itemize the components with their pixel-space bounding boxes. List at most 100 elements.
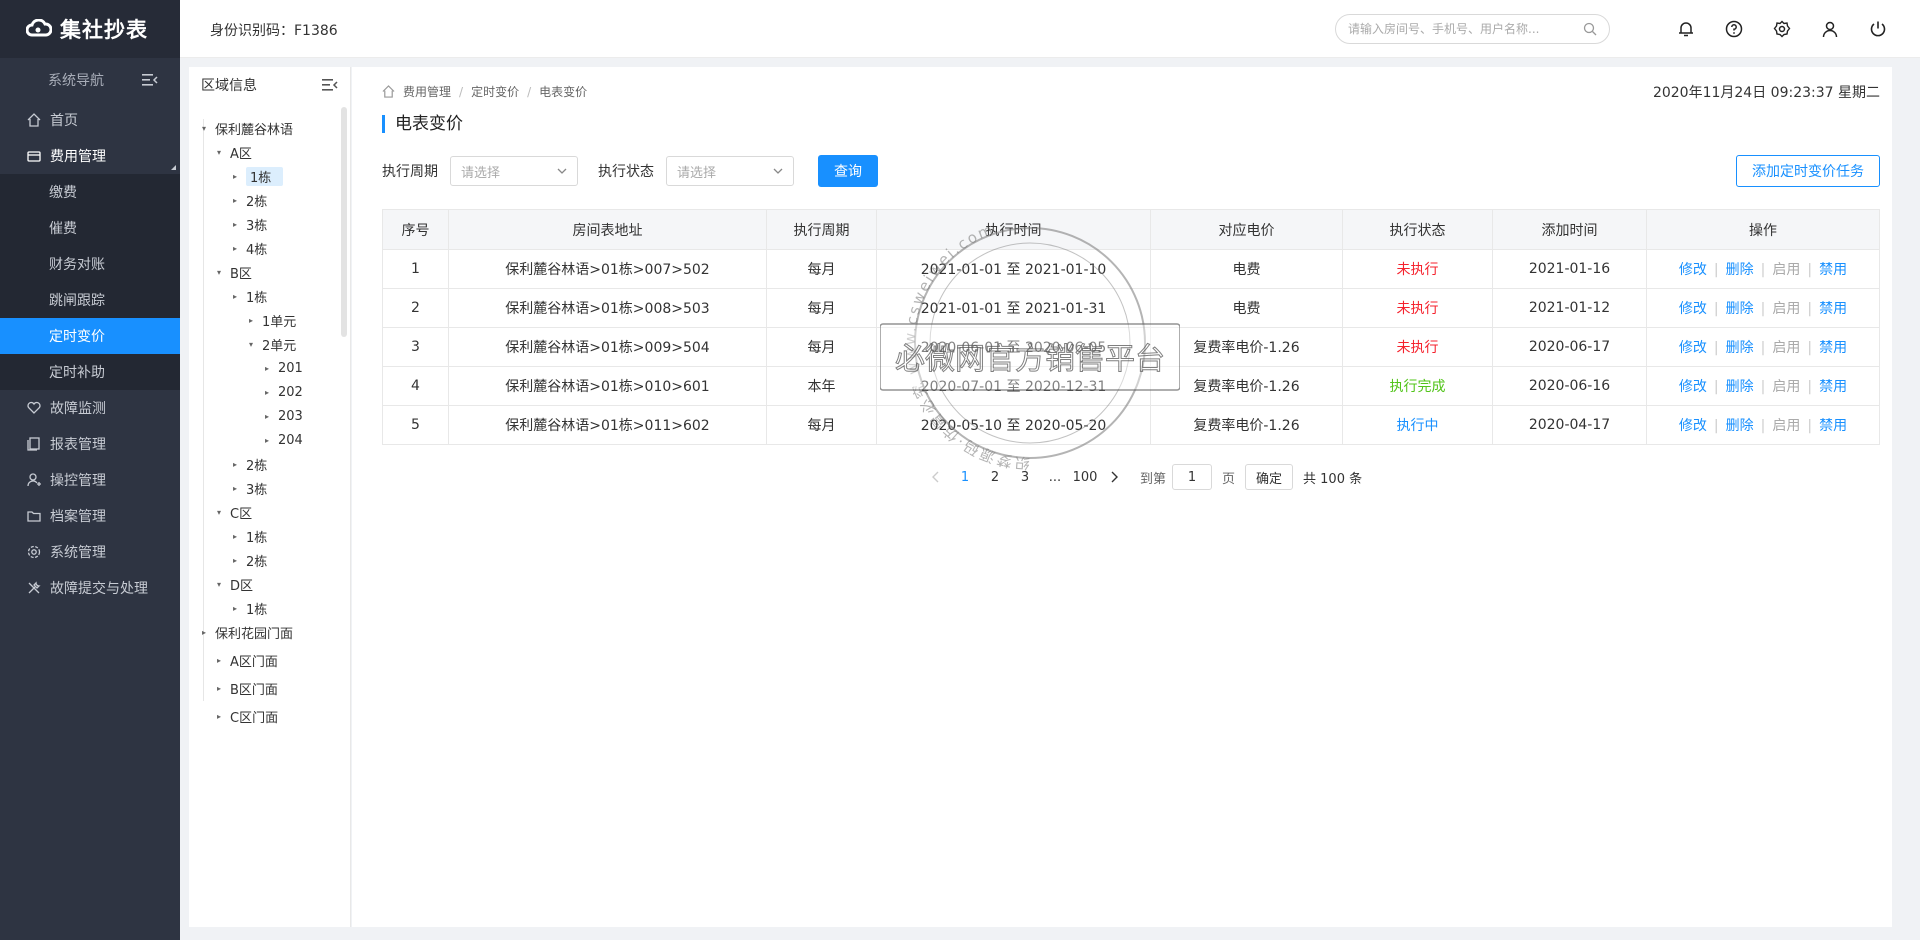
tree-node-selected[interactable]: ▸ 1栋 xyxy=(230,166,284,186)
delete-link[interactable]: 删除 xyxy=(1726,340,1754,356)
tree-node[interactable]: ▸ 2栋 xyxy=(230,550,267,570)
sidebar-subitem-scheduled-price[interactable]: 定时变价 xyxy=(0,318,180,354)
tree-node[interactable]: ▸ 3栋 xyxy=(230,478,267,498)
expand-caret-icon[interactable]: ▸ xyxy=(262,388,272,397)
tree-node[interactable]: ▾ 2单元 xyxy=(246,334,296,354)
expand-caret-icon[interactable]: ▸ xyxy=(230,172,240,181)
expand-caret-icon[interactable]: ▸ xyxy=(230,604,240,613)
bell-icon[interactable] xyxy=(1675,18,1697,40)
status-select[interactable]: 请选择 xyxy=(666,156,794,186)
goto-confirm-button[interactable]: 确定 xyxy=(1245,464,1294,490)
tree-node[interactable]: ▸ A区门面 xyxy=(214,650,278,670)
query-button[interactable]: 查询 xyxy=(818,155,878,187)
sidebar-subitem-reminder[interactable]: 催费 xyxy=(0,210,180,246)
edit-link[interactable]: 修改 xyxy=(1679,340,1707,356)
tree-node[interactable]: ▾ A区 xyxy=(214,142,252,162)
tree-node[interactable]: ▸ 1栋 xyxy=(230,526,267,546)
disable-link[interactable]: 禁用 xyxy=(1819,262,1847,278)
tree-node[interactable]: ▸ 202 xyxy=(262,382,303,402)
expand-caret-icon[interactable]: ▸ xyxy=(230,220,240,229)
search-icon[interactable] xyxy=(1583,22,1597,36)
tree-node[interactable]: ▸ 201 xyxy=(262,358,303,378)
tree-node[interactable]: ▸ B区门面 xyxy=(214,678,278,698)
sidebar-item-fee-management[interactable]: 费用管理 xyxy=(0,138,180,174)
goto-page-input[interactable]: 1 xyxy=(1172,464,1213,490)
delete-link[interactable]: 删除 xyxy=(1726,418,1754,434)
disable-link[interactable]: 禁用 xyxy=(1819,418,1847,434)
enable-link[interactable]: 启用 xyxy=(1772,418,1800,434)
tree-node[interactable]: ▸ 3栋 xyxy=(230,214,267,234)
edit-link[interactable]: 修改 xyxy=(1679,262,1707,278)
next-page-icon[interactable] xyxy=(1100,464,1130,490)
edit-link[interactable]: 修改 xyxy=(1679,301,1707,317)
tree-node[interactable]: ▸ 2栋 xyxy=(230,454,267,474)
sidebar-item-fault-monitor[interactable]: 故障监测 xyxy=(0,390,180,426)
collapse-tree-icon[interactable] xyxy=(322,78,338,92)
sidebar-subitem-payment[interactable]: 缴费 xyxy=(0,174,180,210)
logo[interactable]: 集社抄表 xyxy=(0,0,180,58)
tree-node[interactable]: ▸ 1单元 xyxy=(246,310,296,330)
period-select[interactable]: 请选择 xyxy=(450,156,578,186)
delete-link[interactable]: 删除 xyxy=(1726,262,1754,278)
tree-node[interactable]: ▸ C区门面 xyxy=(214,706,278,726)
edit-link[interactable]: 修改 xyxy=(1679,418,1707,434)
expand-caret-icon[interactable]: ▸ xyxy=(199,628,209,637)
page-number[interactable]: 2 xyxy=(980,464,1010,490)
sidebar-item-home[interactable]: 首页 xyxy=(0,102,180,138)
collapse-menu-icon[interactable] xyxy=(142,73,158,87)
search-input[interactable] xyxy=(1348,22,1583,36)
disable-link[interactable]: 禁用 xyxy=(1819,379,1847,395)
tree-node[interactable]: ▸ 1栋 xyxy=(230,598,267,618)
page-ellipsis[interactable]: ... xyxy=(1040,464,1070,490)
expand-caret-icon[interactable]: ▸ xyxy=(230,460,240,469)
add-scheduled-price-task-button[interactable]: 添加定时变价任务 xyxy=(1736,155,1880,187)
search-box[interactable] xyxy=(1335,14,1610,44)
expand-caret-icon[interactable]: ▸ xyxy=(230,556,240,565)
settings-icon[interactable] xyxy=(1771,18,1793,40)
sidebar-item-system[interactable]: 系统管理 xyxy=(0,534,180,570)
prev-page-icon[interactable] xyxy=(920,464,950,490)
enable-link[interactable]: 启用 xyxy=(1772,379,1800,395)
expand-caret-icon[interactable]: ▸ xyxy=(262,412,272,421)
tree-node[interactable]: ▸ 204 xyxy=(262,430,303,450)
delete-link[interactable]: 删除 xyxy=(1726,379,1754,395)
sidebar-item-reports[interactable]: 报表管理 xyxy=(0,426,180,462)
expand-caret-icon[interactable]: ▸ xyxy=(246,316,256,325)
collapse-caret-icon[interactable]: ▾ xyxy=(246,340,256,349)
collapse-caret-icon[interactable]: ▾ xyxy=(199,124,209,133)
sidebar-item-archives[interactable]: 档案管理 xyxy=(0,498,180,534)
page-number[interactable]: 100 xyxy=(1070,464,1100,490)
expand-caret-icon[interactable]: ▸ xyxy=(230,532,240,541)
sidebar-subitem-trip-tracking[interactable]: 跳闸跟踪 xyxy=(0,282,180,318)
expand-caret-icon[interactable]: ▸ xyxy=(262,364,272,373)
expand-caret-icon[interactable]: ▸ xyxy=(214,656,224,665)
sidebar-subitem-reconciliation[interactable]: 财务对账 xyxy=(0,246,180,282)
tree-node[interactable]: ▾ D区 xyxy=(214,574,253,594)
expand-caret-icon[interactable]: ▸ xyxy=(214,712,224,721)
expand-caret-icon[interactable]: ▸ xyxy=(230,244,240,253)
tree-node[interactable]: ▾ 保利麓谷林语 xyxy=(199,118,293,138)
page-number[interactable]: 3 xyxy=(1010,464,1040,490)
expand-caret-icon[interactable]: ▸ xyxy=(230,292,240,301)
tree-node[interactable]: ▸ 保利花园门面 xyxy=(199,622,293,642)
user-icon[interactable] xyxy=(1819,18,1841,40)
tree-node[interactable]: ▸ 4栋 xyxy=(230,238,267,258)
tree-node[interactable]: ▸ 1栋 xyxy=(230,286,267,306)
sidebar-item-control[interactable]: 操控管理 xyxy=(0,462,180,498)
sidebar-subitem-scheduled-subsidy[interactable]: 定时补助 xyxy=(0,354,180,390)
collapse-caret-icon[interactable]: ▾ xyxy=(214,508,224,517)
edit-link[interactable]: 修改 xyxy=(1679,379,1707,395)
enable-link[interactable]: 启用 xyxy=(1772,340,1800,356)
expand-caret-icon[interactable]: ▸ xyxy=(230,484,240,493)
tree-node[interactable]: ▾ B区 xyxy=(214,262,252,282)
breadcrumb-item[interactable]: 费用管理 xyxy=(403,83,451,100)
tree-node[interactable]: ▸ 2栋 xyxy=(230,190,267,210)
help-icon[interactable] xyxy=(1723,18,1745,40)
collapse-caret-icon[interactable]: ▾ xyxy=(214,580,224,589)
home-icon[interactable] xyxy=(382,85,395,98)
power-icon[interactable] xyxy=(1867,18,1889,40)
enable-link[interactable]: 启用 xyxy=(1772,262,1800,278)
breadcrumb-item[interactable]: 定时变价 xyxy=(471,83,519,100)
disable-link[interactable]: 禁用 xyxy=(1819,301,1847,317)
expand-caret-icon[interactable]: ▸ xyxy=(230,196,240,205)
